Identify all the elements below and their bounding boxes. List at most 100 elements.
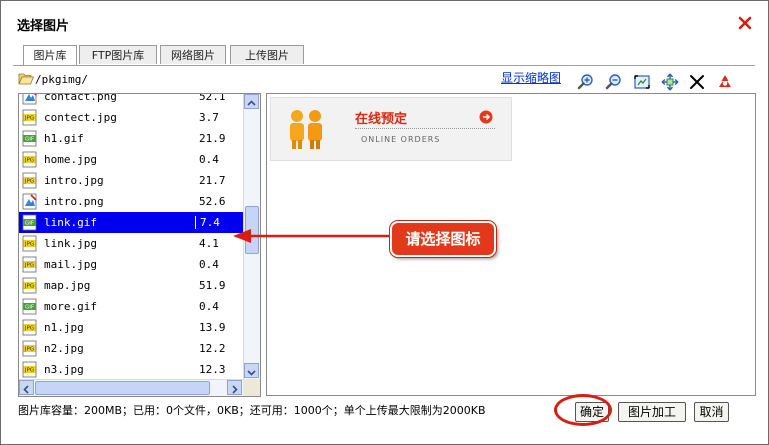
file-name: n1.jpg <box>44 321 84 334</box>
file-name: intro.jpg <box>44 174 104 187</box>
file-name: home.jpg <box>44 153 97 166</box>
file-row[interactable]: JPG intro.jpg 21.7 <box>19 170 243 191</box>
image-picker-dialog: 选择图片 图片库 FTP图片库 网络图片 上传图片 /pkgimg/ 显示缩略图 <box>0 0 769 445</box>
file-list: contact.png 52.1 JPG contect.jpg 3.7 GIF h1.gi… <box>19 94 243 379</box>
file-size: 0.4 <box>199 258 219 271</box>
original-size-icon[interactable] <box>661 73 679 91</box>
library-status: 图片库容量：200MB；已用：0个文件，0KB；还可用：1000个；单个上传最大… <box>18 404 486 417</box>
file-row[interactable]: JPG map.jpg 51.9 <box>19 275 243 296</box>
gif-file-icon: GIF <box>22 214 37 231</box>
jpg-file-icon: JPG <box>22 256 37 273</box>
jpg-file-icon: JPG <box>22 151 37 168</box>
folder-open-icon <box>18 73 34 85</box>
file-row[interactable]: JPG home.jpg 0.4 <box>19 149 243 170</box>
gif-file-icon: GIF <box>22 298 37 315</box>
file-row[interactable]: JPG link.jpg 4.1 <box>19 233 243 254</box>
file-size: 0.4 <box>199 300 219 313</box>
jpg-file-icon: JPG <box>22 172 37 189</box>
refresh-icon[interactable] <box>716 73 734 91</box>
file-row[interactable]: JPG n1.jpg 13.9 <box>19 317 243 338</box>
image-edit-button[interactable]: 图片加工 <box>618 402 686 422</box>
tab-image-library[interactable]: 图片库 <box>23 45 77 66</box>
file-name: mail.jpg <box>44 258 97 271</box>
file-list-panel: contact.png 52.1 JPG contect.jpg 3.7 GIF h1.gi… <box>18 93 261 397</box>
arrow-left-icon <box>233 229 393 243</box>
close-icon[interactable] <box>737 15 753 31</box>
file-row[interactable]: intro.png 52.6 <box>19 191 243 212</box>
file-size: 52.1 <box>199 94 226 103</box>
preview-divider <box>355 128 495 129</box>
delete-icon[interactable] <box>688 73 706 91</box>
file-name: n2.jpg <box>44 342 84 355</box>
file-row[interactable]: JPG n3.jpg 12.3 <box>19 359 243 379</box>
svg-text:JPG: JPG <box>24 284 34 290</box>
file-row[interactable]: contact.png 52.1 <box>19 94 243 107</box>
file-row[interactable]: GIF link.gif 7.4 <box>19 212 243 233</box>
horizontal-scroll-thumb[interactable] <box>35 381 210 395</box>
file-size: 0.4 <box>199 153 219 166</box>
svg-text:JPG: JPG <box>24 368 34 374</box>
file-name: link.jpg <box>44 237 97 250</box>
chevron-left-icon <box>23 385 29 394</box>
tab-ftp-library[interactable]: FTP图片库 <box>79 45 157 64</box>
scroll-right-button[interactable] <box>227 380 242 395</box>
file-row[interactable]: GIF h1.gif 21.9 <box>19 128 243 149</box>
jpg-file-icon: JPG <box>22 277 37 294</box>
svg-text:JPG: JPG <box>24 242 34 248</box>
preview-subtitle: ONLINE ORDERS <box>361 135 441 144</box>
zoom-in-icon[interactable] <box>577 73 595 91</box>
dialog-title: 选择图片 <box>17 19 70 34</box>
tab-upload-image[interactable]: 上传图片 <box>230 45 304 64</box>
gif-file-icon: GIF <box>22 130 37 147</box>
png-file-icon <box>22 94 37 105</box>
svg-text:JPG: JPG <box>24 347 34 353</box>
file-row[interactable]: JPG n2.jpg 12.2 <box>19 338 243 359</box>
tab-web-image[interactable]: 网络图片 <box>160 45 226 64</box>
svg-text:GIF: GIF <box>25 137 34 143</box>
file-size: 51.9 <box>199 279 226 292</box>
svg-text:JPG: JPG <box>24 263 34 269</box>
ok-highlight-ellipse <box>554 394 612 426</box>
file-name: h1.gif <box>44 132 84 145</box>
file-size: 21.7 <box>199 174 226 187</box>
file-size: 21.9 <box>199 132 226 145</box>
instruction-callout: 请选择图标 <box>390 221 496 257</box>
jpg-file-icon: JPG <box>22 235 37 252</box>
file-name: map.jpg <box>44 279 91 292</box>
horizontal-scrollbar[interactable] <box>19 379 243 396</box>
file-size: 3.7 <box>199 111 219 124</box>
chevron-up-icon <box>247 100 256 106</box>
scroll-up-button[interactable] <box>244 94 259 109</box>
svg-text:JPG: JPG <box>24 116 34 122</box>
current-path: /pkgimg/ <box>35 73 88 86</box>
chevron-down-icon <box>247 370 256 376</box>
file-size: 12.2 <box>199 342 226 355</box>
show-thumbnails-link[interactable]: 显示缩略图 <box>501 69 561 86</box>
people-icon <box>290 110 322 149</box>
scroll-down-button[interactable] <box>244 363 259 378</box>
arrow-right-circle-icon <box>479 110 493 124</box>
png-file-icon <box>22 193 37 210</box>
file-row[interactable]: JPG contect.jpg 3.7 <box>19 107 243 128</box>
svg-text:GIF: GIF <box>25 221 34 227</box>
jpg-file-icon: JPG <box>22 340 37 357</box>
file-name: n3.jpg <box>44 363 84 376</box>
cancel-button[interactable]: 取消 <box>694 402 729 422</box>
preview-title: 在线预定 <box>355 112 408 127</box>
jpg-file-icon: JPG <box>22 109 37 126</box>
svg-text:JPG: JPG <box>24 158 34 164</box>
jpg-file-icon: JPG <box>22 319 37 336</box>
preview-image[interactable]: 在线预定 ONLINE ORDERS <box>270 97 512 161</box>
file-row[interactable]: GIF more.gif 0.4 <box>19 296 243 317</box>
file-row[interactable]: JPG mail.jpg 0.4 <box>19 254 243 275</box>
chevron-right-icon <box>232 385 238 394</box>
scroll-left-button[interactable] <box>19 380 34 395</box>
file-name: contact.png <box>44 94 117 103</box>
fit-to-window-icon[interactable] <box>633 73 651 91</box>
file-name: link.gif <box>44 216 97 229</box>
file-name: more.gif <box>44 300 97 313</box>
zoom-out-icon[interactable] <box>605 73 623 91</box>
svg-text:JPG: JPG <box>24 326 34 332</box>
file-name: contect.jpg <box>44 111 117 124</box>
file-size: 52.6 <box>199 195 226 208</box>
